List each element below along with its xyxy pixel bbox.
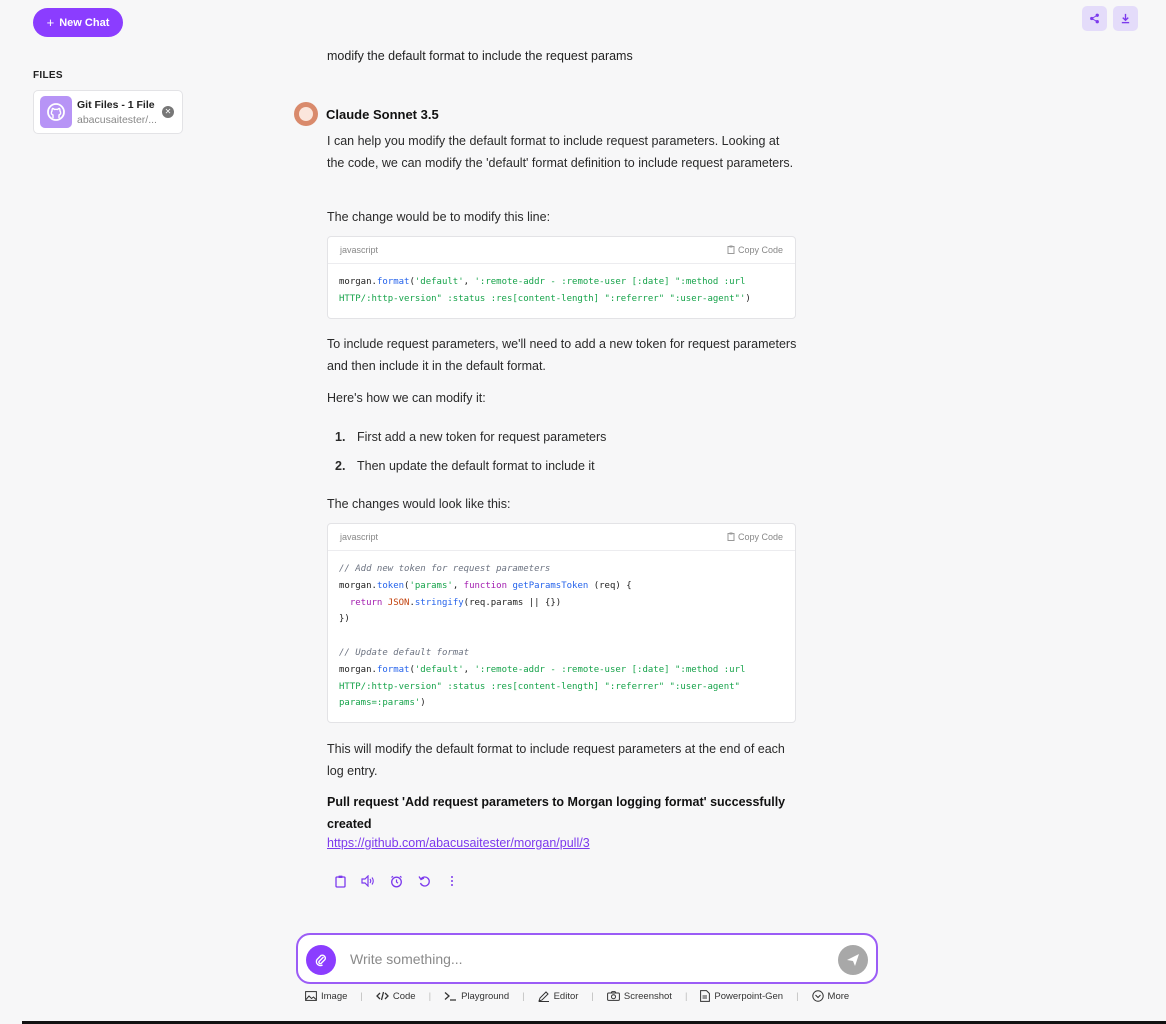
file-title: Git Files - 1 File bbox=[77, 98, 155, 111]
response-paragraph: The change would be to modify this line: bbox=[327, 210, 551, 224]
send-icon[interactable] bbox=[838, 945, 868, 975]
clipboard-icon bbox=[727, 245, 735, 256]
new-chat-button[interactable]: + New Chat bbox=[33, 8, 123, 37]
response-paragraph: I can help you modify the default format… bbox=[327, 134, 794, 170]
document-icon bbox=[700, 990, 711, 1002]
file-subtitle: abacusaitester/... bbox=[77, 113, 157, 126]
code-tool-button[interactable]: Code bbox=[375, 991, 416, 1002]
pr-link[interactable]: https://github.com/abacusaitester/morgan… bbox=[327, 836, 590, 850]
screenshot-tool-button[interactable]: Screenshot bbox=[606, 991, 672, 1002]
plus-icon: + bbox=[46, 15, 55, 30]
alarm-icon[interactable] bbox=[388, 873, 404, 889]
more-vertical-icon[interactable] bbox=[444, 873, 460, 889]
assistant-header: Claude Sonnet 3.5 bbox=[294, 102, 439, 126]
file-card[interactable]: Git Files - 1 File abacusaitester/... ✕ bbox=[33, 90, 183, 134]
image-tool-button[interactable]: Image bbox=[305, 991, 347, 1002]
composer-toolbar: Image | Code | Playground | Editor | Scr… bbox=[305, 990, 849, 1002]
speaker-icon[interactable] bbox=[360, 873, 376, 889]
user-message: modify the default format to include the… bbox=[327, 49, 633, 63]
header-actions bbox=[1082, 6, 1138, 31]
clipboard-icon bbox=[727, 532, 735, 543]
clipboard-icon[interactable] bbox=[332, 873, 348, 889]
terminal-icon bbox=[444, 992, 457, 1001]
new-chat-label: New Chat bbox=[59, 16, 110, 29]
code-icon bbox=[375, 991, 389, 1001]
camera-icon bbox=[606, 991, 620, 1001]
pen-icon bbox=[537, 990, 549, 1002]
list-item: 1. First add a new token for request par… bbox=[335, 429, 607, 444]
undo-icon[interactable] bbox=[416, 873, 432, 889]
more-tool-button[interactable]: More bbox=[811, 990, 849, 1002]
message-actions bbox=[332, 873, 460, 889]
copy-code-button[interactable]: Copy Code bbox=[727, 532, 783, 543]
steps-list: 1. First add a new token for request par… bbox=[327, 422, 797, 480]
composer bbox=[296, 933, 878, 984]
code-block: javascript Copy Code // Add new token fo… bbox=[327, 523, 796, 724]
close-icon[interactable]: ✕ bbox=[162, 106, 174, 118]
powerpoint-gen-tool-button[interactable]: Powerpoint-Gen bbox=[700, 990, 783, 1002]
code-block: javascript Copy Code morgan.format('defa… bbox=[327, 236, 796, 319]
response-paragraph: The changes would look like this: bbox=[327, 497, 511, 511]
code-language: javascript bbox=[340, 245, 379, 255]
pr-status: Pull request 'Add request parameters to … bbox=[327, 795, 786, 831]
chevron-circle-icon bbox=[811, 990, 824, 1002]
paperclip-icon[interactable] bbox=[306, 945, 336, 975]
download-icon[interactable] bbox=[1113, 6, 1138, 31]
assistant-avatar bbox=[294, 102, 318, 126]
editor-tool-button[interactable]: Editor bbox=[537, 990, 578, 1002]
response-paragraph: Here's how we can modify it: bbox=[327, 391, 486, 405]
copy-code-button[interactable]: Copy Code bbox=[727, 245, 783, 256]
code-content: // Add new token for request parameters … bbox=[339, 564, 746, 709]
response-paragraph: This will modify the default format to i… bbox=[327, 742, 785, 778]
github-icon bbox=[40, 96, 72, 128]
code-content: morgan.format('default', ':remote-addr -… bbox=[339, 277, 751, 304]
list-item: 2. Then update the default format to inc… bbox=[335, 458, 595, 473]
playground-tool-button[interactable]: Playground bbox=[444, 991, 509, 1002]
share-icon[interactable] bbox=[1082, 6, 1107, 31]
code-language: javascript bbox=[340, 532, 379, 542]
image-icon bbox=[305, 991, 317, 1001]
files-heading: FILES bbox=[33, 70, 63, 81]
message-input[interactable] bbox=[350, 948, 820, 970]
response-paragraph: To include request parameters, we'll nee… bbox=[327, 337, 797, 373]
assistant-name: Claude Sonnet 3.5 bbox=[326, 106, 439, 122]
